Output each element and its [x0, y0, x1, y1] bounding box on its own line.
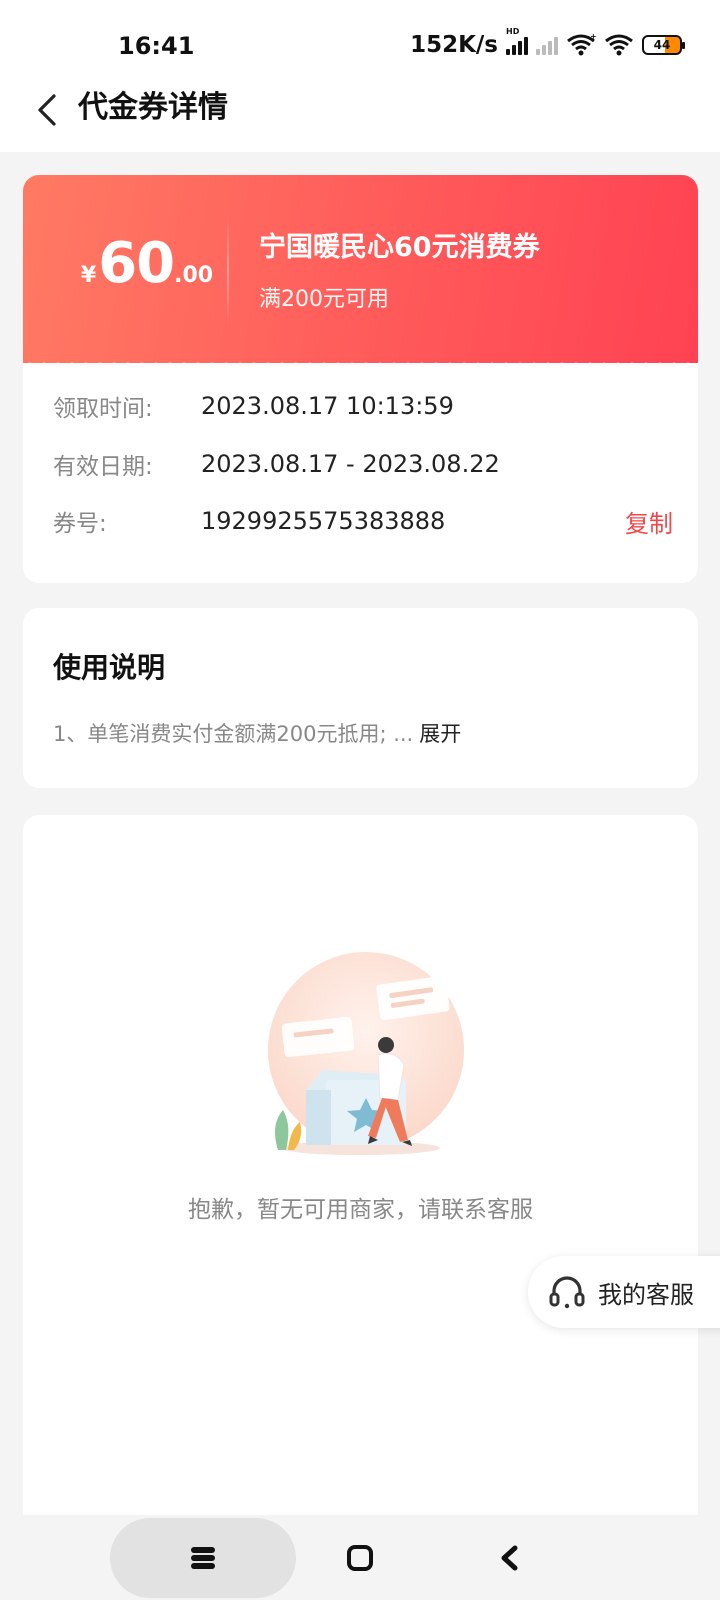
title-bar: 代金券详情	[0, 90, 720, 152]
status-bar: 16:41 152K/s HD + 44	[0, 0, 720, 92]
customer-service-label: 我的客服	[598, 1280, 694, 1309]
status-time: 16:41	[118, 32, 195, 60]
copy-button[interactable]: 复制	[625, 504, 673, 539]
wifi-icon-secondary	[605, 34, 633, 56]
recents-button[interactable]	[173, 1528, 233, 1588]
back-arrow-icon	[38, 94, 56, 126]
status-icons: 152K/s HD + 44	[410, 27, 685, 60]
home-button[interactable]	[330, 1528, 390, 1588]
coupon-header: ¥ 60 .00 宁国暖民心60元消费券 满200元可用	[23, 175, 698, 363]
coupon-card: ¥ 60 .00 宁国暖民心60元消费券 满200元可用 领取时间: 2023.…	[23, 175, 698, 583]
signal-off-icon	[536, 35, 558, 55]
empty-gift-box-illustration	[268, 952, 464, 1155]
signal-icon: HD	[506, 27, 528, 55]
expand-button[interactable]: 展开	[419, 718, 461, 748]
customer-service-button[interactable]: 我的客服	[528, 1256, 720, 1328]
merchant-card: 抱歉，暂无可用商家，请联系客服	[23, 815, 698, 1515]
coupon-amount: ¥ 60 .00	[67, 231, 227, 301]
battery-icon: 44	[642, 35, 685, 55]
hd-tag: HD	[506, 27, 520, 36]
usage-summary: 1、单笔消费实付金额满200元抵用; ...	[53, 722, 414, 746]
info-row-coupon-number: 券号: 1929925575383888 复制	[53, 503, 673, 539]
headset-icon	[549, 1276, 585, 1309]
usage-title: 使用说明	[53, 651, 166, 684]
back-nav-button[interactable]	[480, 1528, 540, 1588]
menu-icon	[191, 1547, 215, 1569]
back-button[interactable]	[22, 86, 70, 134]
amount-integer: 60	[98, 231, 175, 296]
network-speed: 152K/s	[410, 32, 498, 58]
back-chevron-icon	[501, 1545, 518, 1571]
coupon-number-label: 券号:	[53, 511, 107, 537]
claim-time-label: 领取时间:	[53, 396, 153, 422]
usage-card: 使用说明 1、单笔消费实付金额满200元抵用; ... 展开	[23, 608, 698, 788]
validity-value: 2023.08.17 - 2023.08.22	[201, 450, 500, 478]
home-square-icon	[347, 1545, 373, 1571]
empty-message: 抱歉，暂无可用商家，请联系客服	[188, 1197, 533, 1223]
coupon-condition: 满200元可用	[259, 287, 389, 312]
info-row-claim-time: 领取时间: 2023.08.17 10:13:59	[53, 388, 673, 424]
coupon-divider	[227, 215, 229, 327]
validity-label: 有效日期:	[53, 454, 153, 480]
coupon-number-value: 1929925575383888	[201, 507, 446, 535]
currency-symbol: ¥	[80, 263, 97, 288]
system-nav-bar	[0, 1515, 720, 1600]
coupon-scallop-edge	[23, 355, 698, 369]
svg-text:+: +	[590, 33, 596, 41]
usage-text: 1、单笔消费实付金额满200元抵用; ... 展开	[53, 718, 461, 748]
coupon-name: 宁国暖民心60元消费券	[259, 232, 540, 263]
info-row-validity: 有效日期: 2023.08.17 - 2023.08.22	[53, 446, 673, 482]
wifi-icon: +	[567, 33, 596, 56]
amount-decimal: .00	[174, 263, 214, 288]
claim-time-value: 2023.08.17 10:13:59	[201, 392, 454, 420]
page-title: 代金券详情	[78, 90, 228, 125]
